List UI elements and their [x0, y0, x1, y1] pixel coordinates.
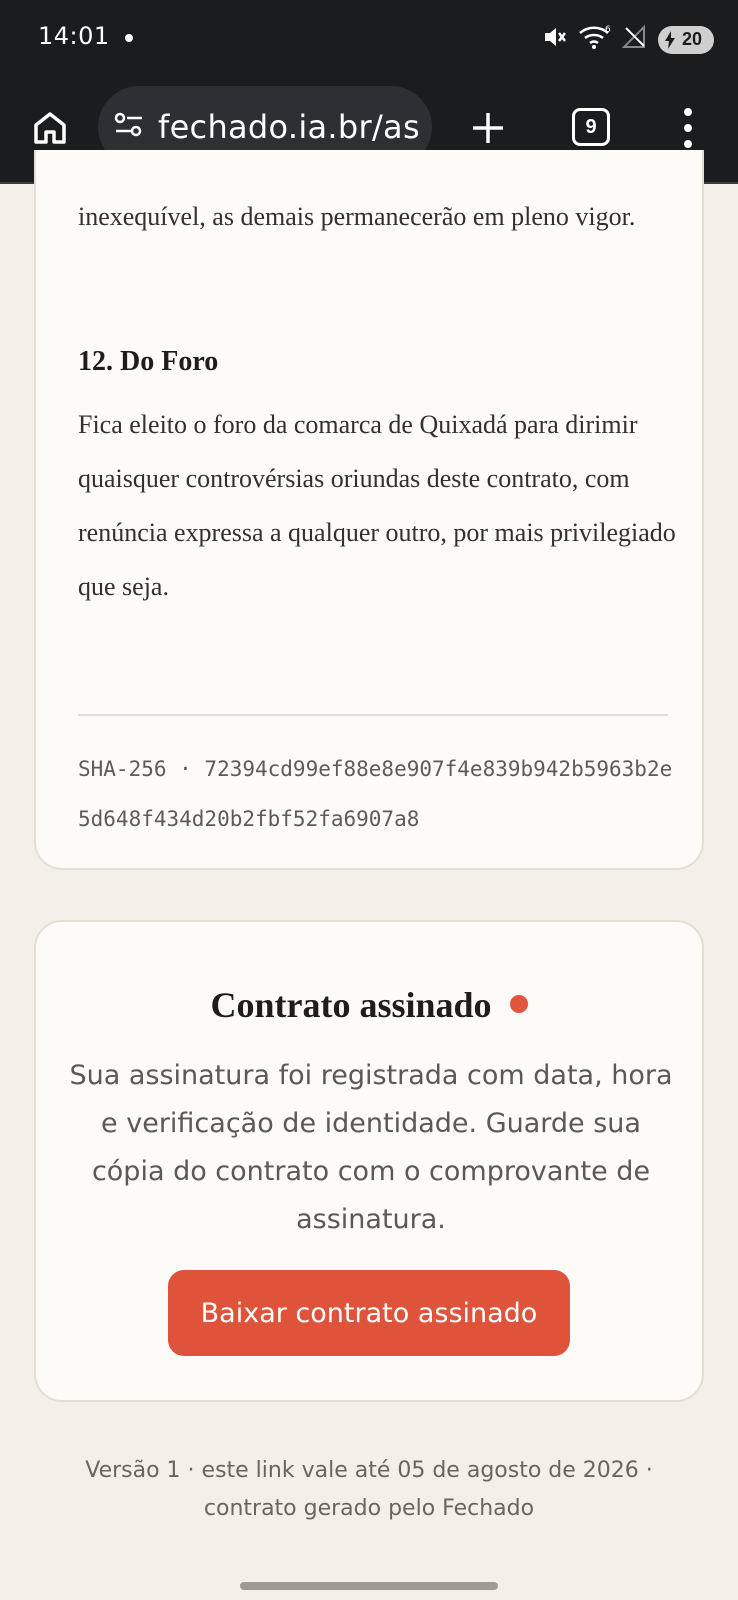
signed-message: Sua assinatura foi registrada com data, … [69, 1060, 673, 1235]
no-signal-icon [621, 24, 648, 55]
menu-dot [684, 124, 692, 132]
battery-level: 20 [681, 29, 703, 49]
status-time: 14:01 [38, 22, 110, 50]
status-dot-icon [509, 995, 528, 1013]
document-hash: SHA-256 · 72394cd99ef88e8e907f4e839b942b… [78, 757, 673, 831]
site-settings-icon[interactable] [114, 112, 144, 143]
svg-text:6: 6 [605, 25, 611, 35]
contract-paragraph-tail: inexequível, as demais permanecerão em p… [78, 202, 636, 231]
url-text[interactable]: fechado.ia.br/as [158, 108, 420, 146]
signed-title: Contrato assinado [36, 984, 702, 1026]
home-button[interactable] [28, 106, 72, 150]
divider [78, 714, 668, 716]
footer-note: Versão 1 · este link vale até 05 de agos… [85, 1458, 653, 1521]
menu-dot [684, 108, 692, 116]
signed-card: Contrato assinado Sua assinatura foi reg… [34, 920, 704, 1402]
status-icons: 6 20 [542, 24, 714, 55]
wifi-icon: 6 [578, 24, 612, 55]
download-signed-contract-button[interactable]: Baixar contrato assinado [168, 1270, 570, 1356]
charging-icon [665, 30, 675, 49]
battery-indicator: 20 [658, 25, 714, 54]
signed-title-text: Contrato assinado [210, 985, 492, 1025]
mute-icon [542, 24, 568, 55]
gesture-bar[interactable] [240, 1582, 498, 1590]
menu-button[interactable] [676, 104, 700, 152]
contract-card: inexequível, as demais permanecerão em p… [34, 150, 704, 870]
clause-body: Fica eleito o foro da comarca de Quixadá… [78, 410, 676, 601]
home-icon [34, 112, 66, 144]
clause-title: 12. Do Foro [78, 346, 219, 377]
new-tab-button[interactable] [466, 106, 510, 150]
menu-dot [684, 140, 692, 148]
status-bar: 14:01 6 20 [0, 0, 738, 82]
tab-switcher-button[interactable]: 9 [572, 108, 610, 146]
tab-count: 9 [585, 115, 597, 138]
plus-icon [473, 113, 503, 143]
notification-dot [125, 34, 133, 42]
